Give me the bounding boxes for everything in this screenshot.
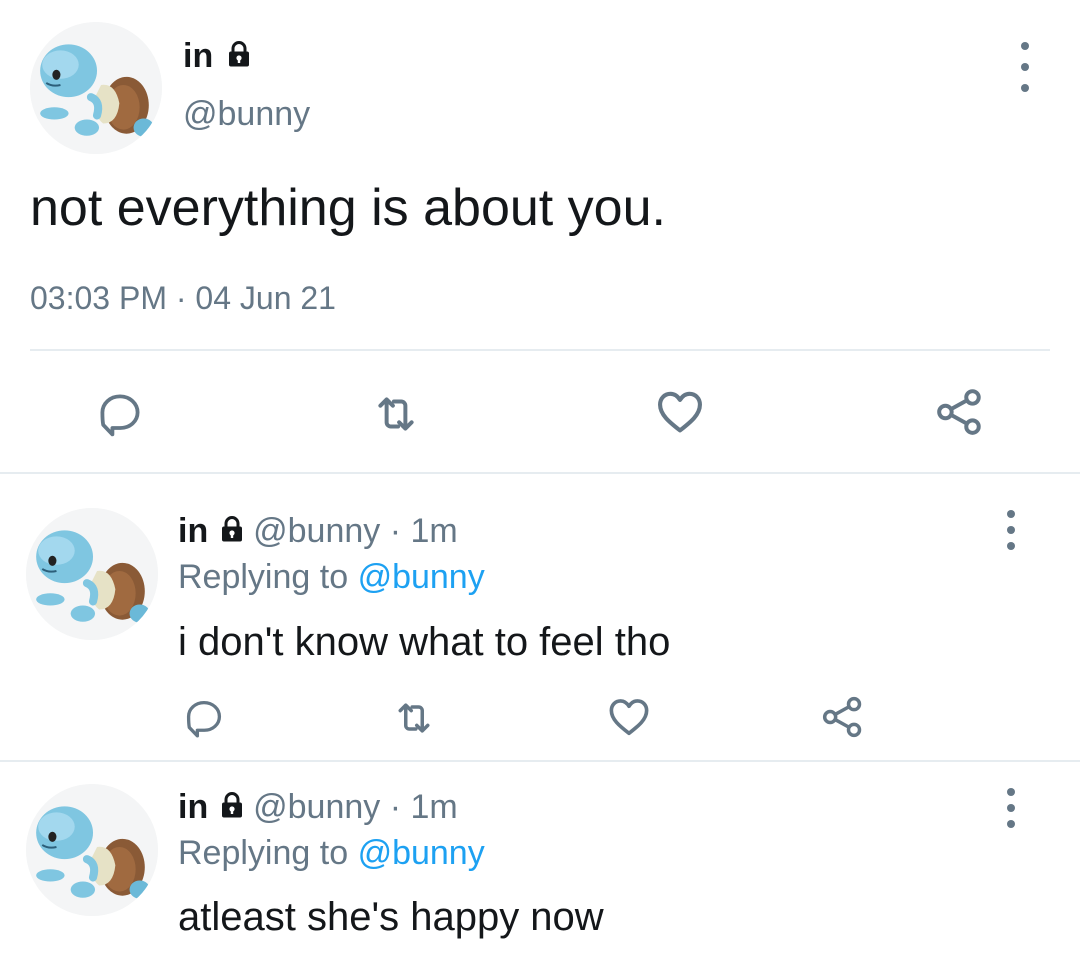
share-icon: [821, 695, 865, 739]
retweet-icon: [392, 696, 436, 740]
avatar[interactable]: [26, 784, 158, 916]
lock-icon: [220, 516, 244, 543]
reply-text: i don't know what to feel tho: [178, 620, 671, 664]
more-vertical-icon[interactable]: [999, 510, 1023, 550]
replying-to: Replying to @bunny: [178, 832, 485, 874]
like-button[interactable]: [606, 694, 652, 740]
reply-header: in @bunny · 1m: [178, 510, 458, 552]
divider: [0, 472, 1080, 474]
tweet-time: 03:03 PM: [30, 280, 167, 316]
reply-icon: [183, 697, 225, 739]
avatar[interactable]: [30, 22, 162, 154]
separator: ·: [389, 788, 402, 826]
reply-header: in @bunny · 1m: [178, 786, 458, 828]
replying-to-label: Replying to: [178, 558, 349, 596]
more-vertical-icon[interactable]: [1013, 42, 1037, 92]
heart-icon: [654, 386, 706, 438]
handle[interactable]: @bunny: [253, 788, 380, 826]
reply-button[interactable]: [94, 388, 146, 440]
retweet-button[interactable]: [370, 388, 422, 440]
reply-age: 1m: [410, 788, 458, 826]
replying-to-link[interactable]: @bunny: [358, 834, 485, 872]
retweet-icon: [371, 389, 421, 439]
like-button[interactable]: [654, 386, 706, 438]
reply-icon: [96, 390, 144, 438]
stats-divider: [30, 349, 1050, 351]
handle[interactable]: @bunny: [183, 94, 310, 134]
reply-text: atleast she's happy now: [178, 895, 604, 939]
avatar[interactable]: [26, 508, 158, 640]
tweet-text: not everything is about you.: [30, 179, 666, 237]
heart-icon: [606, 694, 652, 740]
replying-to: Replying to @bunny: [178, 556, 485, 598]
share-icon: [935, 387, 985, 437]
reply-age: 1m: [410, 512, 458, 550]
tweet-timestamp: 03:03 PM · 04 Jun 21: [30, 278, 336, 318]
display-name[interactable]: in: [178, 512, 208, 550]
lock-icon: [220, 792, 244, 819]
lock-icon: [227, 41, 251, 68]
replying-to-label: Replying to: [178, 834, 349, 872]
tweet-date: 04 Jun 21: [195, 280, 336, 316]
divider: [0, 760, 1080, 762]
display-name[interactable]: in: [178, 788, 208, 826]
separator: ·: [389, 512, 402, 550]
display-name: in: [183, 37, 214, 75]
more-vertical-icon[interactable]: [999, 788, 1023, 828]
handle[interactable]: @bunny: [253, 512, 380, 550]
separator: ·: [175, 280, 187, 316]
share-button[interactable]: [934, 386, 986, 438]
retweet-button[interactable]: [392, 696, 436, 740]
replying-to-link[interactable]: @bunny: [358, 558, 485, 596]
reply-button[interactable]: [182, 696, 226, 740]
main-tweet-author[interactable]: in: [183, 36, 251, 76]
share-button[interactable]: [820, 694, 866, 740]
